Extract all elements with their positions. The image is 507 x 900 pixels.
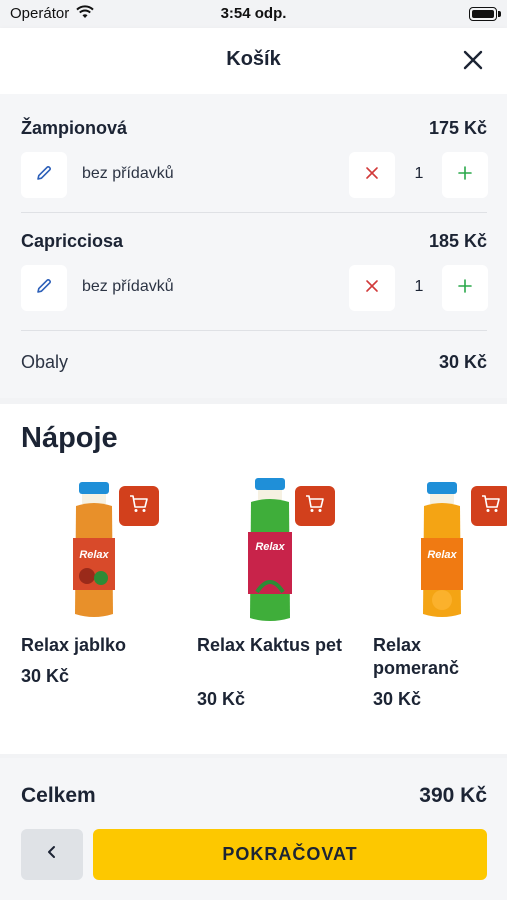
product-card[interactable]: Relax Relax Kaktus pet 30 Kč bbox=[197, 476, 347, 716]
item-quantity: 1 bbox=[414, 278, 424, 295]
battery-icon bbox=[469, 7, 497, 21]
pencil-icon bbox=[35, 277, 53, 300]
item-price: 185 Kč bbox=[428, 231, 487, 251]
checkout-footer: Celkem 390 Kč POKRAČOVAT bbox=[0, 758, 507, 900]
plus-icon bbox=[458, 278, 472, 298]
status-bar: Operátor 3:54 odp. bbox=[0, 0, 507, 28]
edit-item-button[interactable] bbox=[21, 152, 67, 198]
close-icon[interactable] bbox=[458, 45, 488, 75]
product-card[interactable]: Relax Relax pomeranč 30 Kč bbox=[373, 476, 507, 716]
increase-quantity-button[interactable] bbox=[442, 265, 488, 311]
divider bbox=[21, 212, 487, 213]
product-name: Relax Kaktus pet bbox=[197, 635, 343, 655]
battery-tip bbox=[498, 11, 501, 17]
divider bbox=[21, 330, 487, 331]
cart-icon bbox=[305, 494, 325, 518]
edit-item-button[interactable] bbox=[21, 265, 67, 311]
item-name: Capricciosa bbox=[21, 231, 124, 251]
product-price: 30 Kč bbox=[197, 689, 246, 709]
total-value: 390 Kč bbox=[419, 784, 487, 807]
close-icon bbox=[365, 279, 379, 298]
packaging-price: 30 Kč bbox=[438, 352, 487, 372]
drinks-section: Nápoje Relax Relax jablko 30 Kč Relax Re… bbox=[0, 404, 507, 754]
packaging-label: Obaly bbox=[21, 352, 69, 372]
remove-item-button[interactable] bbox=[349, 265, 395, 311]
cart-list: Žampionová 175 Kč bez přídavků 1 Capricc… bbox=[0, 94, 507, 398]
header: Košík bbox=[0, 28, 507, 94]
chevron-left-icon bbox=[46, 844, 58, 865]
page-title: Košík bbox=[226, 48, 281, 70]
add-to-cart-button[interactable] bbox=[471, 486, 507, 526]
product-name: Relax pomeranč bbox=[373, 635, 460, 678]
continue-button[interactable]: POKRAČOVAT bbox=[93, 829, 487, 880]
item-extras: bez přídavků bbox=[82, 165, 174, 182]
add-to-cart-button[interactable] bbox=[295, 486, 335, 526]
product-card[interactable]: Relax Relax jablko 30 Kč bbox=[21, 476, 171, 716]
product-price: 30 Kč bbox=[21, 666, 70, 686]
total-label: Celkem bbox=[21, 784, 96, 807]
section-title: Nápoje bbox=[21, 422, 118, 454]
pencil-icon bbox=[35, 164, 53, 187]
increase-quantity-button[interactable] bbox=[442, 152, 488, 198]
item-extras: bez přídavků bbox=[82, 278, 174, 295]
item-price: 175 Kč bbox=[428, 118, 487, 138]
remove-item-button[interactable] bbox=[349, 152, 395, 198]
product-price: 30 Kč bbox=[373, 689, 422, 709]
cart-icon bbox=[129, 494, 149, 518]
status-time: 3:54 odp. bbox=[220, 5, 287, 22]
close-icon bbox=[365, 166, 379, 185]
add-to-cart-button[interactable] bbox=[119, 486, 159, 526]
bottle-label-text: Relax bbox=[79, 549, 109, 561]
bottle-label-text: Relax bbox=[427, 549, 457, 561]
back-button[interactable] bbox=[21, 829, 83, 880]
bottle-label-text: Relax bbox=[255, 541, 285, 553]
product-name: Relax jablko bbox=[21, 635, 127, 655]
cart-icon bbox=[481, 494, 501, 518]
item-quantity: 1 bbox=[414, 165, 424, 182]
item-name: Žampionová bbox=[21, 118, 128, 138]
plus-icon bbox=[458, 165, 472, 185]
